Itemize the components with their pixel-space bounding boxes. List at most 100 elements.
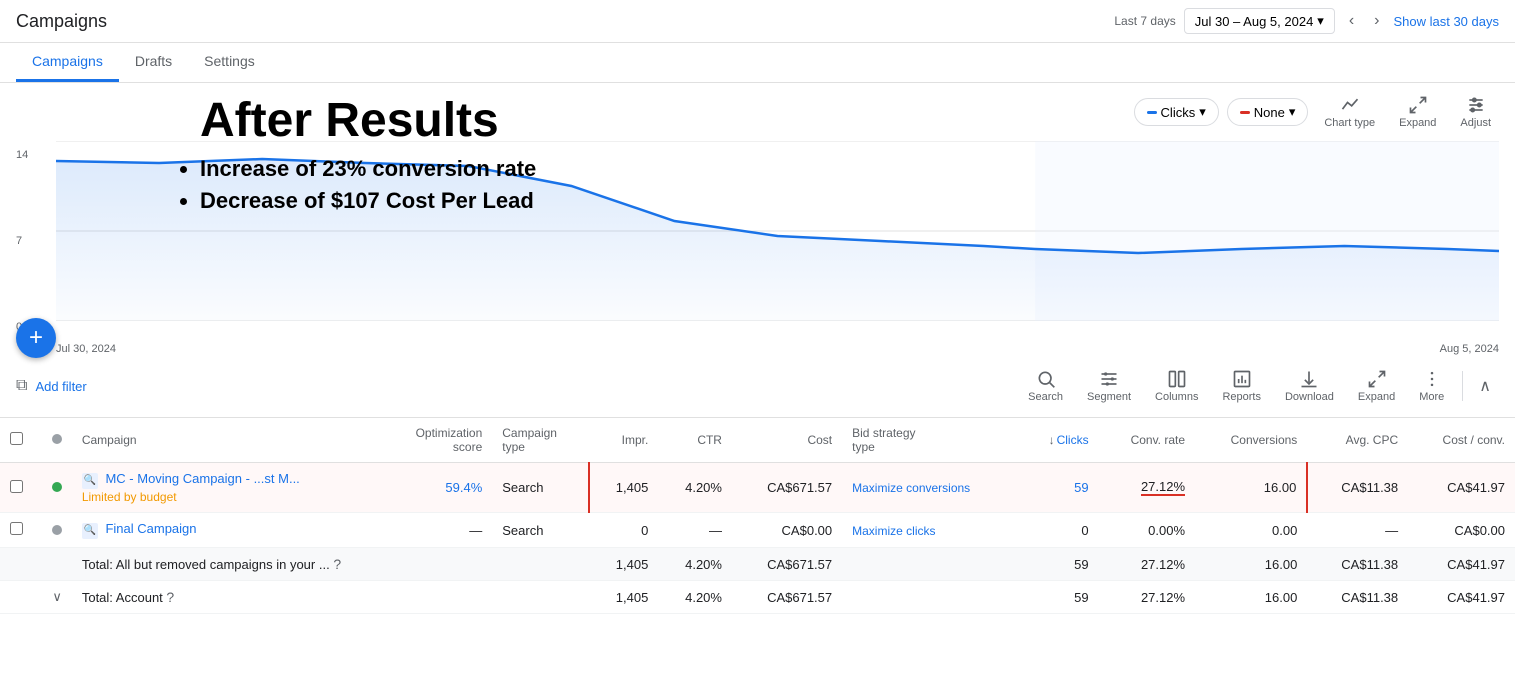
chart-wrapper: 14 7 0 bbox=[16, 141, 1499, 341]
header-opt-score[interactable]: Optimizationscore bbox=[380, 418, 492, 463]
reports-toolbar-button[interactable]: Reports bbox=[1212, 365, 1271, 407]
header-clicks[interactable]: ↓Clicks bbox=[1021, 418, 1099, 463]
account-total-row: ∨ Total: Account ? 1,405 4.20% CA$671.57… bbox=[0, 581, 1515, 614]
row1-bid-strategy-link[interactable]: Maximize conversions bbox=[852, 481, 970, 495]
header-campaign-type[interactable]: Campaigntype bbox=[492, 418, 589, 463]
clicks-label: Clicks bbox=[1161, 105, 1196, 120]
none-label: None bbox=[1254, 105, 1285, 120]
total-clicks-cell: 59 bbox=[1021, 548, 1099, 581]
row1-status-cell bbox=[33, 463, 72, 513]
sort-arrow-icon: ↓ bbox=[1049, 433, 1055, 447]
total-checkbox-cell bbox=[0, 548, 33, 581]
total-row: Total: All but removed campaigns in your… bbox=[0, 548, 1515, 581]
segment-label: Segment bbox=[1087, 391, 1131, 403]
select-all-checkbox[interactable] bbox=[10, 432, 23, 445]
row1-campaign-type-cell: Search bbox=[492, 463, 589, 513]
header-ctr[interactable]: CTR bbox=[658, 418, 732, 463]
header-campaign[interactable]: Campaign bbox=[72, 418, 380, 463]
reports-label: Reports bbox=[1222, 391, 1261, 403]
account-cost-cell: CA$671.57 bbox=[732, 581, 842, 614]
expand-chart-button[interactable]: Expand bbox=[1391, 91, 1444, 133]
search-toolbar-button[interactable]: Search bbox=[1018, 365, 1073, 407]
header-checkbox[interactable] bbox=[0, 418, 33, 463]
total-cost-conv-cell: CA$41.97 bbox=[1408, 548, 1515, 581]
header-status bbox=[33, 418, 72, 463]
row1-checkbox[interactable] bbox=[10, 480, 23, 493]
header-cost[interactable]: Cost bbox=[732, 418, 842, 463]
none-color-dot bbox=[1240, 111, 1250, 114]
columns-toolbar-button[interactable]: Columns bbox=[1145, 365, 1208, 407]
account-help-icon[interactable]: ? bbox=[166, 589, 174, 605]
segment-toolbar-button[interactable]: Segment bbox=[1077, 365, 1141, 407]
page-title: Campaigns bbox=[16, 11, 107, 32]
row2-campaign-link[interactable]: Final Campaign bbox=[105, 521, 196, 536]
header-avg-cpc[interactable]: Avg. CPC bbox=[1307, 418, 1408, 463]
row1-opt-score-link[interactable]: 59.4% bbox=[445, 480, 482, 495]
download-toolbar-button[interactable]: Download bbox=[1275, 365, 1344, 407]
account-chevron-icon[interactable]: ∨ bbox=[52, 589, 62, 604]
row1-campaign-link[interactable]: MC - Moving Campaign - ...st M... bbox=[105, 471, 299, 486]
header-impr[interactable]: Impr. bbox=[589, 418, 658, 463]
header-cost-conv[interactable]: Cost / conv. bbox=[1408, 418, 1515, 463]
row2-bid-strategy-link[interactable]: Maximize clicks bbox=[852, 524, 935, 538]
chart-area: Clicks ▾ None ▾ Chart type Expand bbox=[0, 83, 1515, 355]
columns-icon bbox=[1167, 369, 1187, 389]
chart-type-label: Chart type bbox=[1324, 117, 1375, 129]
expand-icon bbox=[1408, 95, 1428, 115]
download-label: Download bbox=[1285, 391, 1334, 403]
account-status-cell: ∨ bbox=[33, 581, 72, 614]
total-avg-cpc-cell: CA$11.38 bbox=[1307, 548, 1408, 581]
chart-type-button[interactable]: Chart type bbox=[1316, 91, 1383, 133]
row1-avg-cpc-cell: CA$11.38 bbox=[1307, 463, 1408, 513]
date-range-button[interactable]: Jul 30 – Aug 5, 2024 ▾ bbox=[1184, 8, 1335, 34]
more-label: More bbox=[1419, 391, 1444, 403]
metric-none-button[interactable]: None ▾ bbox=[1227, 98, 1309, 126]
chart-x-labels: Jul 30, 2024 Aug 5, 2024 bbox=[16, 343, 1499, 355]
row1-cost-cell: CA$671.57 bbox=[732, 463, 842, 513]
total-ctr-cell: 4.20% bbox=[658, 548, 732, 581]
reports-icon bbox=[1232, 369, 1252, 389]
account-ctr-cell: 4.20% bbox=[658, 581, 732, 614]
next-date-button[interactable]: › bbox=[1368, 8, 1385, 34]
date-range-value: Jul 30 – Aug 5, 2024 bbox=[1195, 14, 1314, 29]
row2-status-dot bbox=[52, 525, 62, 535]
account-bid-strategy-cell bbox=[842, 581, 1021, 614]
account-conversions-cell: 16.00 bbox=[1195, 581, 1307, 614]
more-toolbar-button[interactable]: More bbox=[1409, 365, 1454, 407]
row1-budget-status: Limited by budget bbox=[82, 490, 177, 504]
search-icon bbox=[1036, 369, 1056, 389]
table-wrapper: Campaign Optimizationscore Campaigntype … bbox=[0, 418, 1515, 614]
row2-cost-conv-cell: CA$0.00 bbox=[1408, 513, 1515, 548]
total-help-icon[interactable]: ? bbox=[333, 556, 341, 572]
expand-toolbar-button[interactable]: Expand bbox=[1348, 365, 1405, 407]
collapse-button[interactable]: ∧ bbox=[1471, 372, 1499, 400]
none-chevron-icon: ▾ bbox=[1289, 104, 1296, 120]
filter-right: Search Segment Columns Reports Down bbox=[1018, 365, 1499, 407]
adjust-chart-button[interactable]: Adjust bbox=[1452, 91, 1499, 133]
row1-checkbox-cell[interactable] bbox=[0, 463, 33, 513]
search-label: Search bbox=[1028, 391, 1063, 403]
tab-campaigns[interactable]: Campaigns bbox=[16, 43, 119, 82]
account-impr-cell: 1,405 bbox=[589, 581, 658, 614]
y-label-7: 7 bbox=[16, 235, 28, 247]
header-conversions[interactable]: Conversions bbox=[1195, 418, 1307, 463]
total-status-cell bbox=[33, 548, 72, 581]
prev-date-button[interactable]: ‹ bbox=[1343, 8, 1360, 34]
total-conv-rate-cell: 27.12% bbox=[1099, 548, 1195, 581]
add-filter-button[interactable]: Add filter bbox=[35, 379, 86, 394]
row2-checkbox-cell[interactable] bbox=[0, 513, 33, 548]
tab-settings[interactable]: Settings bbox=[188, 43, 271, 82]
adjust-label: Adjust bbox=[1460, 117, 1491, 129]
fab-add-button[interactable]: + bbox=[16, 318, 56, 358]
x-label-end: Aug 5, 2024 bbox=[1440, 343, 1499, 355]
metric-clicks-button[interactable]: Clicks ▾ bbox=[1134, 98, 1219, 126]
filter-icon[interactable]: ⧉ bbox=[16, 377, 27, 395]
segment-icon bbox=[1099, 369, 1119, 389]
header-bid-strategy[interactable]: Bid strategytype bbox=[842, 418, 1021, 463]
header-conv-rate[interactable]: Conv. rate bbox=[1099, 418, 1195, 463]
row2-conv-rate-cell: 0.00% bbox=[1099, 513, 1195, 548]
tab-drafts[interactable]: Drafts bbox=[119, 43, 188, 82]
row1-clicks-cell: 59 bbox=[1021, 463, 1099, 513]
row2-checkbox[interactable] bbox=[10, 522, 23, 535]
show-last-30-link[interactable]: Show last 30 days bbox=[1393, 14, 1499, 29]
